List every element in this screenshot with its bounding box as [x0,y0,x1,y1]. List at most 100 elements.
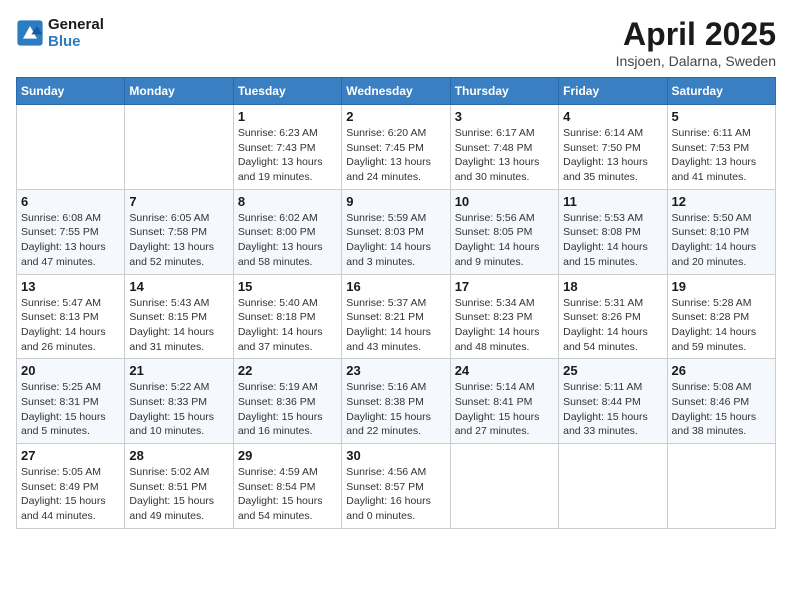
day-number: 28 [129,448,228,463]
calendar-cell [125,105,233,190]
day-number: 2 [346,109,445,124]
weekday-header-wednesday: Wednesday [342,78,450,105]
day-info: Sunrise: 5:25 AM Sunset: 8:31 PM Dayligh… [21,380,120,439]
day-number: 30 [346,448,445,463]
day-info: Sunrise: 6:02 AM Sunset: 8:00 PM Dayligh… [238,211,337,270]
day-info: Sunrise: 5:22 AM Sunset: 8:33 PM Dayligh… [129,380,228,439]
logo-line1: General [48,16,104,33]
calendar-week-2: 6Sunrise: 6:08 AM Sunset: 7:55 PM Daylig… [17,189,776,274]
day-info: Sunrise: 5:59 AM Sunset: 8:03 PM Dayligh… [346,211,445,270]
title-block: April 2025 Insjoen, Dalarna, Sweden [616,16,776,69]
day-number: 26 [672,363,771,378]
day-number: 7 [129,194,228,209]
day-number: 27 [21,448,120,463]
calendar-cell: 3Sunrise: 6:17 AM Sunset: 7:48 PM Daylig… [450,105,558,190]
calendar-cell: 12 Sunrise: 5:50 AM Sunset: 8:10 PM Dayli… [667,189,775,274]
day-number: 24 [455,363,554,378]
calendar-cell: 17 Sunrise: 5:34 AM Sunset: 8:23 PM Dayli… [450,274,558,359]
day-number: 29 [238,448,337,463]
day-info: Sunrise: 5:28 AM Sunset: 8:28 PM Dayligh… [672,296,771,355]
main-title: April 2025 [616,16,776,53]
calendar-cell: 25Sunrise: 5:11 AM Sunset: 8:44 PM Dayli… [559,359,667,444]
day-number: 23 [346,363,445,378]
day-info: Sunrise: 6:23 AM Sunset: 7:43 PM Dayligh… [238,126,337,185]
calendar-cell: 26 Sunrise: 5:08 AM Sunset: 8:46 PM Dayli… [667,359,775,444]
weekday-header-saturday: Saturday [667,78,775,105]
calendar-cell: 30 Sunrise: 4:56 AM Sunset: 8:57 PM Dayli… [342,444,450,529]
calendar-table: SundayMondayTuesdayWednesdayThursdayFrid… [16,77,776,529]
day-info: Sunrise: 5:31 AM Sunset: 8:26 PM Dayligh… [563,296,662,355]
day-info: Sunrise: 4:56 AM Sunset: 8:57 PM Dayligh… [346,465,445,524]
calendar-cell: 4 Sunrise: 6:14 AM Sunset: 7:50 PM Daylig… [559,105,667,190]
calendar-cell: 14Sunrise: 5:43 AM Sunset: 8:15 PM Dayli… [125,274,233,359]
calendar-cell [559,444,667,529]
day-info: Sunrise: 6:05 AM Sunset: 7:58 PM Dayligh… [129,211,228,270]
day-number: 12 [672,194,771,209]
day-number: 22 [238,363,337,378]
day-number: 19 [672,279,771,294]
calendar-cell: 9 Sunrise: 5:59 AM Sunset: 8:03 PM Daylig… [342,189,450,274]
day-info: Sunrise: 5:53 AM Sunset: 8:08 PM Dayligh… [563,211,662,270]
calendar-cell: 21 Sunrise: 5:22 AM Sunset: 8:33 PM Dayli… [125,359,233,444]
day-info: Sunrise: 6:11 AM Sunset: 7:53 PM Dayligh… [672,126,771,185]
page-header: General Blue April 2025 Insjoen, Dalarna… [16,16,776,69]
calendar-cell: 23 Sunrise: 5:16 AM Sunset: 8:38 PM Dayli… [342,359,450,444]
day-info: Sunrise: 5:16 AM Sunset: 8:38 PM Dayligh… [346,380,445,439]
weekday-header-thursday: Thursday [450,78,558,105]
day-number: 4 [563,109,662,124]
calendar-cell: 24 Sunrise: 5:14 AM Sunset: 8:41 PM Dayli… [450,359,558,444]
calendar-cell: 5 Sunrise: 6:11 AM Sunset: 7:53 PM Daylig… [667,105,775,190]
calendar-cell: 19 Sunrise: 5:28 AM Sunset: 8:28 PM Dayli… [667,274,775,359]
weekday-header-tuesday: Tuesday [233,78,341,105]
day-number: 16 [346,279,445,294]
logo-line2: Blue [48,33,104,50]
day-info: Sunrise: 5:34 AM Sunset: 8:23 PM Dayligh… [455,296,554,355]
day-info: Sunrise: 5:56 AM Sunset: 8:05 PM Dayligh… [455,211,554,270]
calendar-week-3: 13Sunrise: 5:47 AM Sunset: 8:13 PM Dayli… [17,274,776,359]
day-info: Sunrise: 5:05 AM Sunset: 8:49 PM Dayligh… [21,465,120,524]
calendar-cell [450,444,558,529]
calendar-cell: 7 Sunrise: 6:05 AM Sunset: 7:58 PM Daylig… [125,189,233,274]
calendar-cell [667,444,775,529]
day-info: Sunrise: 5:37 AM Sunset: 8:21 PM Dayligh… [346,296,445,355]
calendar-week-5: 27 Sunrise: 5:05 AM Sunset: 8:49 PM Dayli… [17,444,776,529]
calendar-cell: 2 Sunrise: 6:20 AM Sunset: 7:45 PM Daylig… [342,105,450,190]
day-number: 3 [455,109,554,124]
day-number: 21 [129,363,228,378]
day-number: 10 [455,194,554,209]
day-number: 9 [346,194,445,209]
calendar-cell: 27 Sunrise: 5:05 AM Sunset: 8:49 PM Dayli… [17,444,125,529]
calendar-cell: 28 Sunrise: 5:02 AM Sunset: 8:51 PM Dayli… [125,444,233,529]
day-number: 1 [238,109,337,124]
day-info: Sunrise: 6:20 AM Sunset: 7:45 PM Dayligh… [346,126,445,185]
calendar-cell: 16 Sunrise: 5:37 AM Sunset: 8:21 PM Dayli… [342,274,450,359]
calendar-body: 1 Sunrise: 6:23 AM Sunset: 7:43 PM Daylig… [17,105,776,529]
calendar-cell: 11Sunrise: 5:53 AM Sunset: 8:08 PM Dayli… [559,189,667,274]
day-number: 20 [21,363,120,378]
day-info: Sunrise: 5:50 AM Sunset: 8:10 PM Dayligh… [672,211,771,270]
day-number: 25 [563,363,662,378]
day-info: Sunrise: 5:08 AM Sunset: 8:46 PM Dayligh… [672,380,771,439]
calendar-cell: 15Sunrise: 5:40 AM Sunset: 8:18 PM Dayli… [233,274,341,359]
day-info: Sunrise: 5:40 AM Sunset: 8:18 PM Dayligh… [238,296,337,355]
day-info: Sunrise: 6:14 AM Sunset: 7:50 PM Dayligh… [563,126,662,185]
calendar-cell: 29 Sunrise: 4:59 AM Sunset: 8:54 PM Dayli… [233,444,341,529]
weekday-header-row: SundayMondayTuesdayWednesdayThursdayFrid… [17,78,776,105]
day-info: Sunrise: 4:59 AM Sunset: 8:54 PM Dayligh… [238,465,337,524]
calendar-cell: 1 Sunrise: 6:23 AM Sunset: 7:43 PM Daylig… [233,105,341,190]
calendar-cell: 10 Sunrise: 5:56 AM Sunset: 8:05 PM Dayli… [450,189,558,274]
day-number: 8 [238,194,337,209]
day-number: 14 [129,279,228,294]
weekday-header-friday: Friday [559,78,667,105]
day-number: 18 [563,279,662,294]
calendar-week-4: 20 Sunrise: 5:25 AM Sunset: 8:31 PM Dayli… [17,359,776,444]
day-number: 17 [455,279,554,294]
day-info: Sunrise: 5:19 AM Sunset: 8:36 PM Dayligh… [238,380,337,439]
day-info: Sunrise: 5:14 AM Sunset: 8:41 PM Dayligh… [455,380,554,439]
calendar-week-1: 1 Sunrise: 6:23 AM Sunset: 7:43 PM Daylig… [17,105,776,190]
day-info: Sunrise: 5:02 AM Sunset: 8:51 PM Dayligh… [129,465,228,524]
day-info: Sunrise: 5:47 AM Sunset: 8:13 PM Dayligh… [21,296,120,355]
day-number: 5 [672,109,771,124]
day-info: Sunrise: 6:08 AM Sunset: 7:55 PM Dayligh… [21,211,120,270]
calendar-cell: 13Sunrise: 5:47 AM Sunset: 8:13 PM Dayli… [17,274,125,359]
